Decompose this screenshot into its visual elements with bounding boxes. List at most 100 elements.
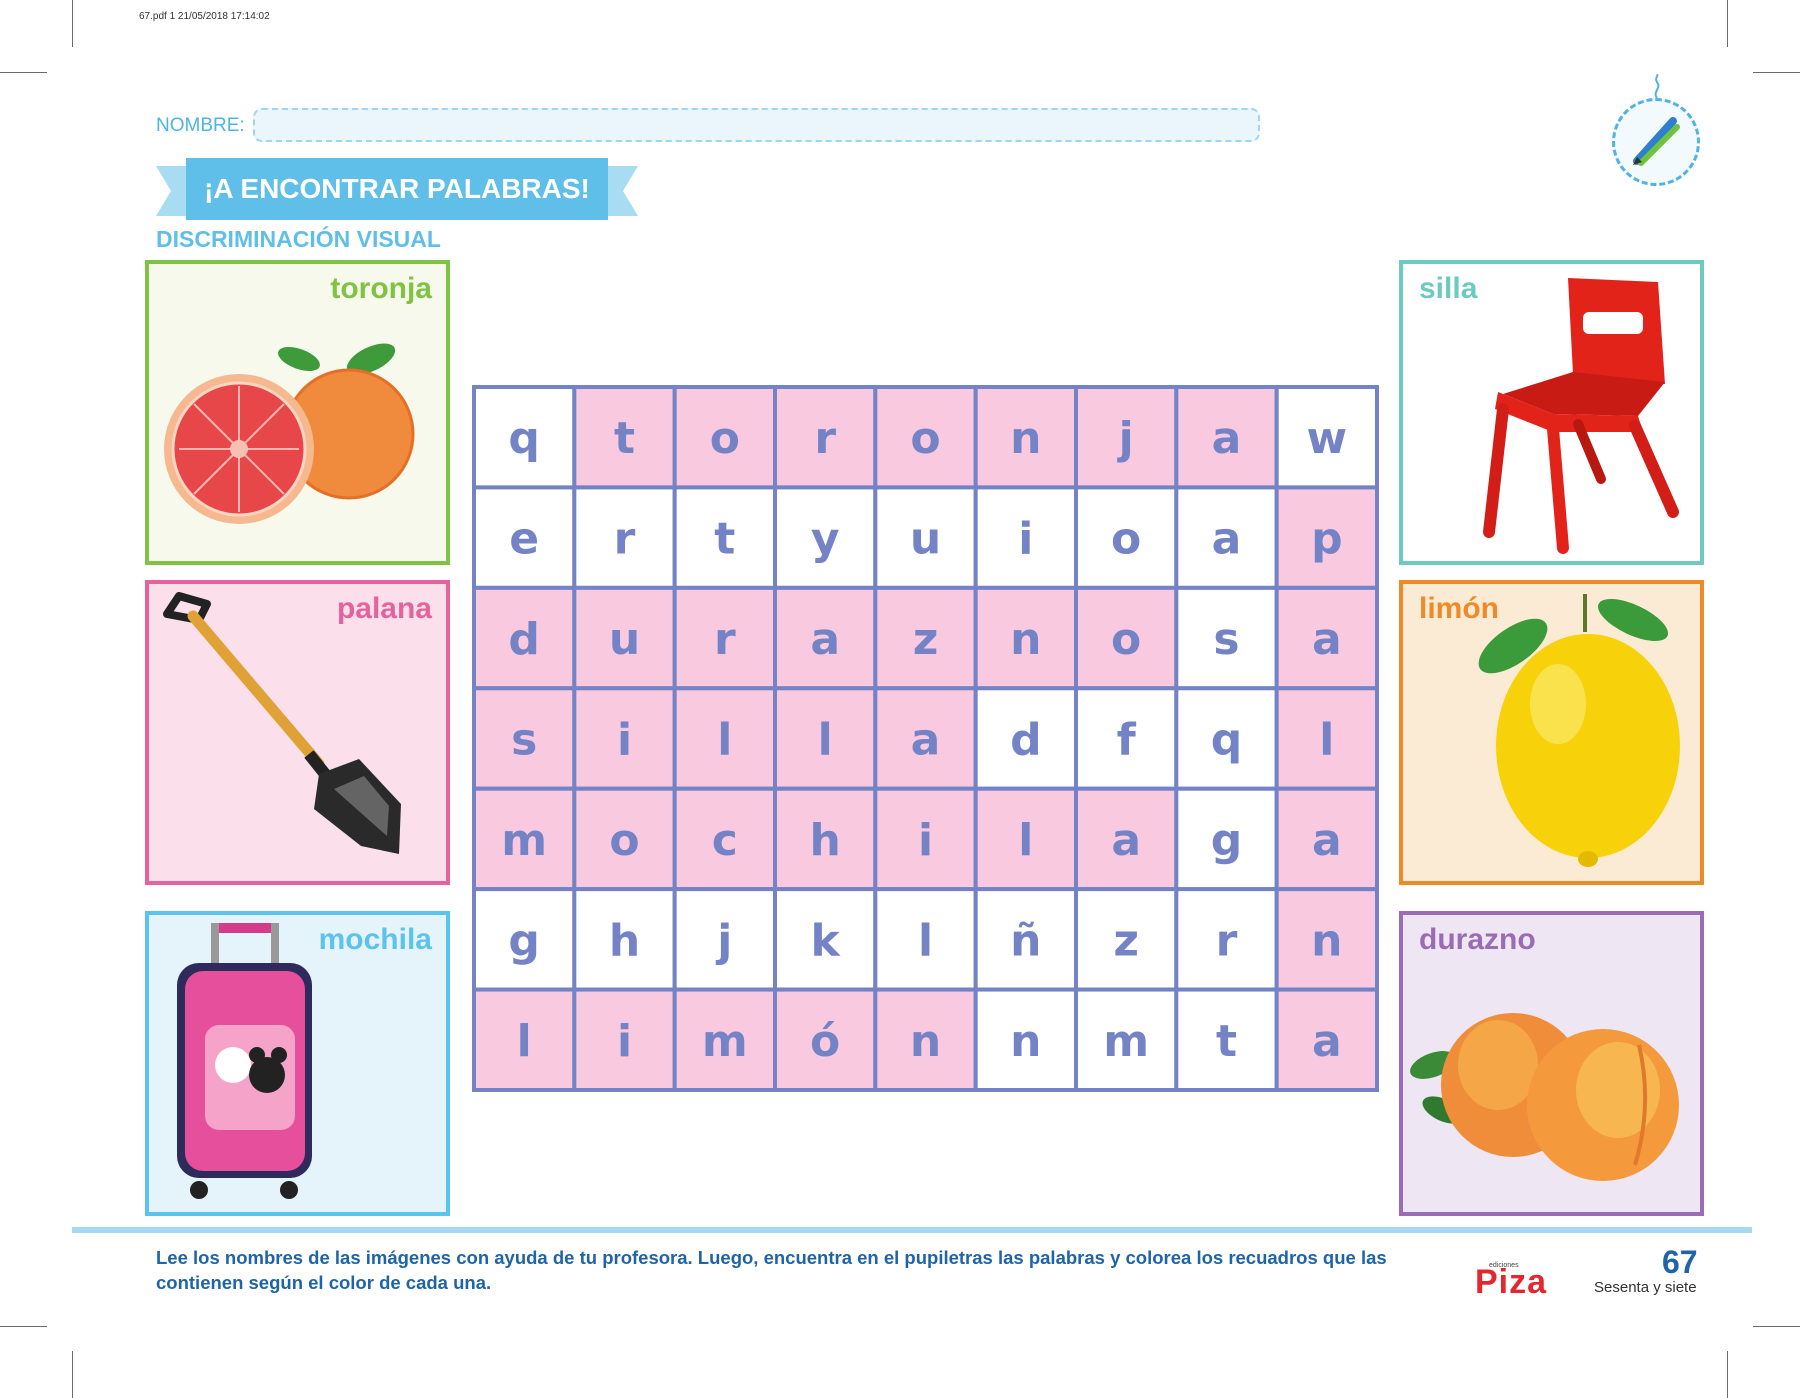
grid-letter: r <box>814 413 836 464</box>
grid-letter: u <box>609 614 640 665</box>
grid-letter: a <box>1212 413 1242 464</box>
grid-letter: o <box>910 413 940 464</box>
page-number: 67 <box>1662 1244 1698 1280</box>
grid-letter: o <box>1111 514 1141 565</box>
grid-letter: g <box>508 915 540 966</box>
grid-letter: l <box>1319 715 1334 766</box>
grid-letter: j <box>715 915 732 966</box>
grid-letter: e <box>509 514 539 565</box>
grid-letter: a <box>1312 815 1342 866</box>
print-meta: 67.pdf 1 21/05/2018 17:14:02 <box>139 11 270 22</box>
grid-letter: t <box>714 514 735 565</box>
page-subtitle: DISCRIMINACIÓN VISUAL <box>156 226 441 252</box>
word-search-grid: q t o r o n j a we r t y u i o a pd u r a z n o s as i l l a d f q lm o c h… <box>472 385 1379 1092</box>
grid-letter: n <box>1010 1016 1041 1067</box>
grid-letter: o <box>710 413 740 464</box>
grid-letter: a <box>911 715 941 766</box>
grid-letter: d <box>508 614 540 665</box>
instructions-text: Lee los nombres de las imágenes con ayud… <box>156 1247 1387 1293</box>
crop-mark <box>0 1326 47 1327</box>
crop-mark <box>72 0 73 47</box>
grid-letter: i <box>617 715 632 766</box>
grid-letter: u <box>910 514 941 565</box>
grid-letter: d <box>1010 715 1041 766</box>
grid-letter: h <box>810 815 841 866</box>
grid-letter: p <box>1311 514 1343 565</box>
grid-letter: n <box>1010 614 1041 665</box>
crop-mark <box>1753 1326 1800 1327</box>
grid-letter: h <box>609 915 640 966</box>
grid-letter: a <box>1111 815 1141 866</box>
card-label: palana <box>336 592 432 625</box>
grid-letter: n <box>1010 413 1041 464</box>
grid-letter: q <box>1211 715 1243 766</box>
grid-letter: o <box>609 815 639 866</box>
backpack-illustration <box>177 923 312 1199</box>
card-palana: palana <box>145 580 450 885</box>
grid-letter: o <box>1111 614 1141 665</box>
grid-letter: s <box>511 715 537 766</box>
footer-divider <box>72 1227 1752 1233</box>
grid-letter: n <box>910 1016 941 1067</box>
name-label: NOMBRE: <box>156 115 245 136</box>
grid-letter: g <box>1211 815 1243 866</box>
grid-letter: q <box>508 413 540 464</box>
publisher-logo: Piza <box>1475 1263 1548 1301</box>
grid-letter: y <box>811 514 840 565</box>
card-label: limón <box>1419 592 1499 625</box>
grid-letter: j <box>1117 413 1134 464</box>
grid-letter: r <box>714 614 736 665</box>
grid-letter: l <box>517 1016 532 1067</box>
crop-mark <box>1753 72 1800 73</box>
card-label: durazno <box>1419 923 1536 956</box>
page-number-words: Sesenta y siete <box>1594 1279 1697 1296</box>
grid-letter: l <box>918 915 933 966</box>
card-label: mochila <box>318 923 432 956</box>
grid-letter: r <box>614 514 636 565</box>
grid-letter: m <box>1103 1016 1149 1067</box>
pencils-logo <box>1612 98 1700 186</box>
crop-mark <box>1727 0 1728 47</box>
crop-mark <box>0 72 47 73</box>
grid-letter: t <box>614 413 635 464</box>
grid-letter: ñ <box>1010 915 1041 966</box>
grid-letter: c <box>712 815 738 866</box>
grid-letter: t <box>1216 1016 1237 1067</box>
grid-letter: i <box>1018 514 1033 565</box>
card-label: toronja <box>330 272 432 305</box>
peach-illustration <box>1410 1013 1679 1181</box>
grid-letter: ó <box>810 1016 840 1067</box>
shovel-illustration <box>163 592 401 854</box>
name-field[interactable] <box>253 108 1260 142</box>
steam-icon <box>1654 74 1660 99</box>
grid-letter: m <box>702 1016 748 1067</box>
grid-letter: l <box>717 715 732 766</box>
crop-mark <box>1727 1351 1728 1398</box>
grid-letter: z <box>913 614 939 665</box>
grid-letter: l <box>818 715 833 766</box>
card-toronja: toronja <box>145 260 450 565</box>
grid-letter: a <box>810 614 840 665</box>
grid-letter: w <box>1307 413 1348 464</box>
pencils-icon <box>1633 117 1680 166</box>
card-durazno: durazno <box>1399 911 1704 1216</box>
card-mochila: mochila <box>145 911 450 1216</box>
crop-mark <box>72 1351 73 1398</box>
grid-letter: n <box>1311 915 1342 966</box>
grid-letter: a <box>1212 514 1242 565</box>
grid-letter: k <box>811 915 842 966</box>
grapefruit-illustration <box>164 343 415 524</box>
card-label: silla <box>1419 272 1478 305</box>
page-title: ¡A ENCONTRAR PALABRAS! <box>204 173 590 204</box>
grid-letter: i <box>617 1016 632 1067</box>
grid-letter: s <box>1213 614 1239 665</box>
grid-letter: l <box>1018 815 1033 866</box>
lemon-illustration <box>1478 594 1680 867</box>
grid-letter: r <box>1216 915 1238 966</box>
grid-letter: i <box>918 815 933 866</box>
card-limon: limón <box>1399 580 1704 885</box>
grid-letter: a <box>1312 1016 1342 1067</box>
grid-letter: a <box>1312 614 1342 665</box>
chair-illustration <box>1483 278 1679 554</box>
card-silla: silla <box>1399 260 1704 565</box>
